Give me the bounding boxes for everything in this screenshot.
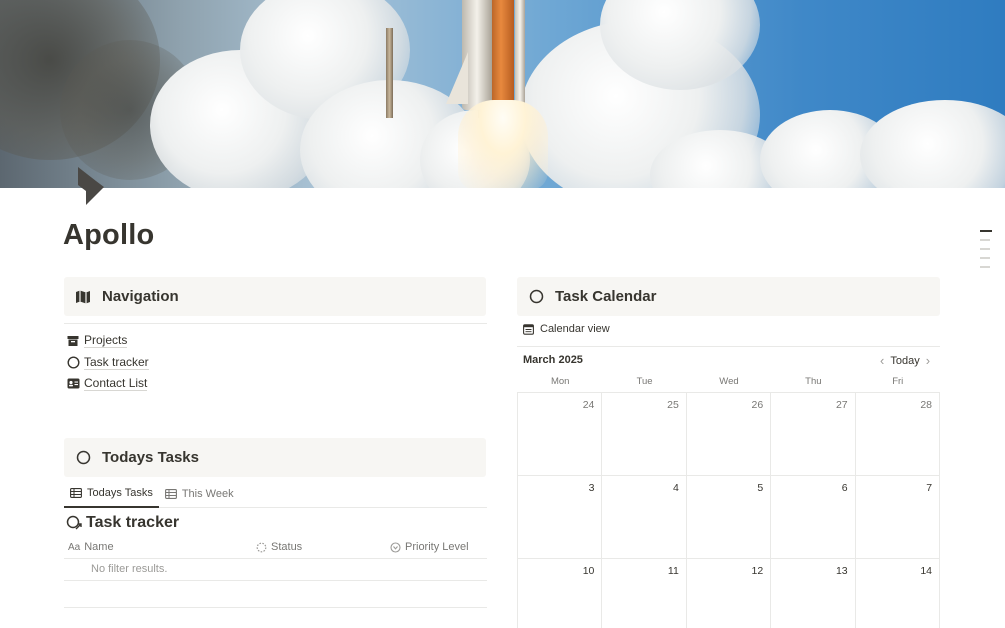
tab-calendar-view[interactable]: Calendar view	[523, 323, 610, 335]
nav-link-label: Contact List	[84, 376, 148, 392]
status-icon	[256, 542, 267, 553]
calendar-day[interactable]: 12	[687, 559, 772, 628]
weekday-label: Wed	[719, 376, 739, 387]
divider	[64, 607, 487, 608]
navigation-list: Projects Task tracker Contact List	[66, 330, 149, 395]
weekday-label: Tue	[636, 376, 653, 387]
chevron-right-icon[interactable]: ›	[920, 353, 936, 368]
calendar-day[interactable]: 26	[686, 393, 772, 476]
tab-label: This Week	[181, 488, 234, 500]
day-number: 7	[926, 482, 933, 494]
column-label: Name	[84, 541, 114, 553]
calendar-week: 10 11 12 13 14	[518, 559, 941, 628]
view-tab-label: Calendar view	[540, 323, 610, 335]
chevron-left-icon[interactable]: ‹	[874, 353, 890, 368]
task-tracker-icon	[66, 515, 82, 531]
calendar-day[interactable]: 4	[602, 476, 687, 559]
nav-link-task-tracker[interactable]: Task tracker	[66, 352, 149, 374]
calendar-day[interactable]: 10	[518, 559, 603, 628]
calendar-day[interactable]: 5	[686, 476, 772, 559]
column-label: Priority Level	[405, 541, 469, 553]
calendar-day[interactable]: 6	[771, 476, 856, 559]
calendar-grid: 24 25 26 27 28 3 4 5 6 7 10 11 12 13 14	[517, 392, 941, 628]
weekday-label: Fri	[892, 376, 904, 387]
calendar-day[interactable]: 11	[602, 559, 687, 628]
lightning-bolt-icon	[78, 167, 104, 205]
nav-link-contact-list[interactable]: Contact List	[66, 373, 149, 395]
calendar-month-label: March 2025	[523, 354, 583, 366]
today-button[interactable]: Today	[890, 355, 919, 367]
day-number: 25	[667, 399, 679, 411]
divider	[64, 323, 487, 324]
calendar-week: 24 25 26 27 28	[518, 393, 941, 476]
nav-link-projects[interactable]: Projects	[66, 330, 149, 352]
todays-tasks-heading: Todays Tasks	[102, 449, 199, 466]
circle-icon	[66, 355, 80, 369]
todays-tasks-callout: Todays Tasks	[64, 438, 486, 477]
column-header-priority-level[interactable]: Priority Level	[390, 541, 469, 553]
day-number: 26	[751, 399, 764, 411]
nav-link-label: Projects	[84, 333, 128, 349]
calendar-week: 3 4 5 6 7	[518, 476, 941, 559]
day-number: 13	[835, 565, 848, 577]
circle-icon	[527, 288, 545, 306]
calendar-icon	[523, 323, 534, 335]
map-icon	[74, 288, 92, 306]
navigation-callout: Navigation	[64, 277, 486, 316]
day-number: 10	[582, 565, 595, 577]
day-number: 11	[667, 565, 679, 577]
database-title[interactable]: Task tracker	[66, 514, 179, 532]
calendar-day[interactable]: 14	[856, 559, 941, 628]
table-of-contents[interactable]	[980, 230, 994, 275]
weekday-label: Thu	[805, 376, 822, 387]
tab-this-week[interactable]: This Week	[159, 480, 240, 508]
navigation-heading: Navigation	[102, 288, 179, 305]
calendar-day[interactable]: 7	[855, 476, 941, 559]
calendar-day[interactable]: 27	[771, 393, 856, 476]
empty-state-text: No filter results.	[91, 563, 168, 575]
column-label: Status	[271, 541, 303, 553]
day-number: 28	[920, 399, 933, 411]
priority-icon	[390, 541, 401, 553]
calendar-day[interactable]: 28	[855, 393, 941, 476]
view-tabs: Todays Tasks This Week	[64, 480, 487, 508]
column-header-status[interactable]: Status	[256, 541, 302, 553]
divider	[64, 580, 487, 581]
task-calendar-heading: Task Calendar	[555, 288, 657, 305]
database-title-label: Task tracker	[86, 514, 180, 531]
cover-image	[0, 0, 1005, 188]
table-icon	[70, 488, 82, 498]
page-title: Apollo	[63, 219, 155, 251]
day-number: 5	[757, 482, 764, 494]
day-number: 12	[751, 565, 764, 577]
table-header: Aa Name Status Priority Level	[64, 538, 487, 559]
calendar-navigation: ‹ Today ›	[874, 353, 936, 368]
day-number: 6	[841, 482, 848, 494]
calendar-day[interactable]: 24	[518, 393, 603, 476]
text-property-icon: Aa	[68, 541, 81, 553]
tab-todays-tasks[interactable]: Todays Tasks	[64, 480, 159, 508]
weekday-label: Mon	[550, 376, 570, 387]
day-number: 4	[672, 482, 679, 494]
table-icon	[164, 489, 177, 499]
calendar-day[interactable]: 25	[602, 393, 687, 476]
day-number: 14	[920, 565, 933, 577]
day-number: 3	[588, 482, 595, 494]
circle-icon	[74, 449, 92, 467]
calendar-day[interactable]: 3	[518, 476, 603, 559]
task-calendar-callout: Task Calendar	[517, 277, 940, 316]
divider	[517, 346, 940, 347]
day-number: 27	[835, 399, 848, 411]
nav-link-label: Task tracker	[84, 354, 149, 370]
contact-card-icon	[66, 377, 80, 391]
tab-label: Todays Tasks	[87, 487, 153, 499]
day-number: 24	[582, 399, 595, 411]
calendar-day[interactable]: 13	[771, 559, 856, 628]
weekday-header: Mon Tue Wed Thu Fri	[518, 376, 940, 392]
archive-icon	[66, 334, 80, 348]
column-header-name[interactable]: Aa Name	[68, 541, 114, 553]
